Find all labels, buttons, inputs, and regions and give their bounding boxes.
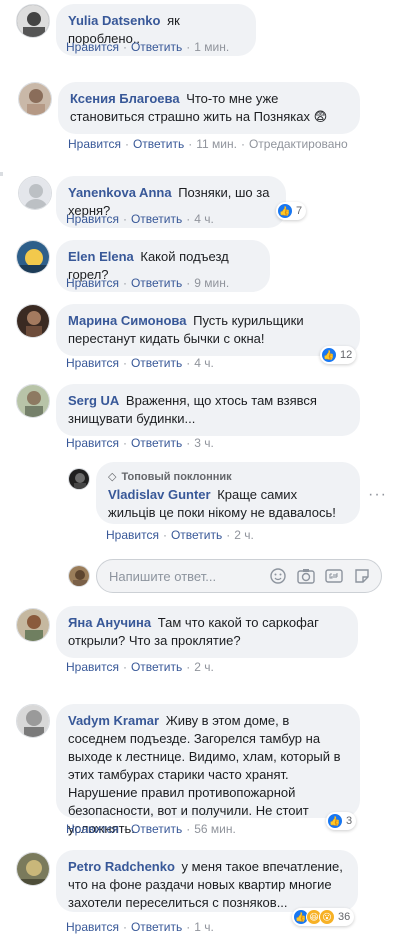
avatar[interactable] (16, 384, 50, 418)
like-link[interactable]: Нравится (66, 822, 119, 836)
like-reaction-icon: 👍 (277, 203, 293, 219)
reply-input[interactable]: Напишите ответ... (96, 559, 382, 593)
comment-author[interactable]: Serg UA (68, 393, 119, 408)
like-link[interactable]: Нравится (66, 436, 119, 450)
like-reaction-icon: 👍 (321, 347, 337, 363)
comment-author[interactable]: Vadym Kramar (68, 713, 159, 728)
like-link[interactable]: Нравится (66, 40, 119, 54)
like-link[interactable]: Нравится (66, 920, 119, 934)
comment-actions: Нравится · Ответить · 9 мин. (66, 276, 230, 290)
like-link[interactable]: Нравится (66, 276, 119, 290)
comment-time[interactable]: 4 ч. (194, 212, 214, 226)
diamond-icon: ◇ (108, 471, 117, 483)
avatar[interactable] (68, 468, 90, 490)
reply-link[interactable]: Ответить (171, 528, 222, 542)
reaction-count: 12 (340, 349, 353, 361)
emoji-icon[interactable] (269, 567, 287, 585)
sticker-icon[interactable] (353, 567, 371, 585)
edited-label[interactable]: Отредактировано (249, 137, 348, 151)
comment-actions: Нравится · Ответить · 56 мин. (66, 822, 236, 836)
comment-time[interactable]: 2 ч. (194, 660, 214, 674)
camera-icon[interactable] (297, 567, 315, 585)
like-link[interactable]: Нравится (106, 528, 159, 542)
comment-actions: Нравится · Ответить · 4 ч. (66, 212, 214, 226)
comment-author[interactable]: Yulia Datsenko (68, 13, 160, 28)
reply-link[interactable]: Ответить (131, 436, 182, 450)
more-options-icon[interactable]: ··· (368, 486, 387, 504)
top-fan-label: Топовый поклонник (121, 471, 232, 483)
avatar[interactable] (18, 176, 52, 210)
wow-reaction-icon: 😮 (319, 909, 335, 925)
comment-author[interactable]: Vladislav Gunter (108, 487, 211, 502)
comment-author[interactable]: Yanenkova Anna (68, 185, 172, 200)
comment-author[interactable]: Elen Elena (68, 249, 134, 264)
avatar[interactable] (18, 82, 52, 116)
comment-time[interactable]: 11 мин. (196, 137, 237, 151)
comment-author[interactable]: Petro Radchenko (68, 859, 175, 874)
reactions-badge[interactable]: 👍 3 (326, 812, 357, 830)
comment-author[interactable]: Ксения Благоева (70, 91, 180, 106)
reaction-count: 7 (296, 205, 303, 217)
comment-bubble: Марина Симонова Пусть курильщики переста… (56, 304, 360, 356)
comment-bubble: Ксения Благоева Что-то мне уже становить… (58, 82, 360, 134)
like-link[interactable]: Нравится (66, 356, 119, 370)
reactions-badge[interactable]: 👍 12 (320, 346, 357, 364)
comment-time[interactable]: 1 ч. (194, 920, 214, 934)
avatar[interactable] (16, 852, 50, 886)
comment-author[interactable]: Яна Анучина (68, 615, 151, 630)
comment-bubble: ◇ Топовый поклонник Vladislav Gunter Кра… (96, 462, 360, 524)
avatar[interactable] (16, 704, 50, 738)
like-link[interactable]: Нравится (66, 212, 119, 226)
like-link[interactable]: Нравится (66, 660, 119, 674)
top-fan-badge: ◇ Топовый поклонник (108, 468, 348, 486)
comment-time[interactable]: 9 мин. (194, 276, 229, 290)
avatar[interactable] (16, 304, 50, 338)
reply-link[interactable]: Ответить (131, 822, 182, 836)
comment-time[interactable]: 4 ч. (194, 356, 214, 370)
reactions-badge[interactable]: 👍 7 (276, 202, 307, 220)
comment-bubble: Petro Radchenko у меня такое впечатление… (56, 850, 358, 912)
comment-actions: Нравится · Ответить · 1 ч. (66, 920, 214, 934)
avatar[interactable] (16, 608, 50, 642)
avatar[interactable] (16, 240, 50, 274)
comment-actions: Нравится · Ответить · 4 ч. (66, 356, 214, 370)
reply-link[interactable]: Ответить (131, 920, 182, 934)
comment-actions: Нравится · Ответить · 11 мин. · Отредактирован… (68, 137, 348, 151)
comment-time[interactable]: 56 мин. (194, 822, 236, 836)
comment-bubble: Vadym Kramar Живу в этом доме, в соседне… (56, 704, 360, 836)
reply-link[interactable]: Ответить (131, 660, 182, 674)
reply-link[interactable]: Ответить (133, 137, 184, 151)
like-reaction-icon: 👍 (327, 813, 343, 829)
comment-author[interactable]: Марина Симонова (68, 313, 186, 328)
like-link[interactable]: Нравится (68, 137, 121, 151)
current-user-avatar (68, 565, 90, 587)
reply-link[interactable]: Ответить (131, 276, 182, 290)
avatar[interactable] (16, 4, 50, 38)
reply-link[interactable]: Ответить (131, 212, 182, 226)
comment-text: Живу в этом доме, в соседнем подъезде. З… (68, 713, 341, 836)
comment-bubble: Serg UA Враження, що хтось там взявся зн… (56, 384, 360, 436)
reactions-badge[interactable]: 👍 😆 😮 36 (292, 908, 355, 926)
comment-bubble: Яна Анучина Там что какой то саркофаг от… (56, 606, 358, 658)
comment-time[interactable]: 1 мин. (194, 40, 229, 54)
comment-actions: Нравится · Ответить · 1 мин. (66, 40, 230, 54)
comment-time[interactable]: 2 ч. (234, 528, 254, 542)
reply-link[interactable]: Ответить (131, 356, 182, 370)
thread-divider (0, 172, 3, 176)
gif-icon[interactable] (325, 567, 343, 585)
comment-actions: Нравится · Ответить · 3 ч. (66, 436, 214, 450)
reply-placeholder[interactable]: Напишите ответ... (109, 569, 269, 584)
reply-link[interactable]: Ответить (131, 40, 182, 54)
reaction-count: 3 (346, 815, 353, 827)
reaction-count: 36 (338, 911, 351, 923)
comment-actions: Нравится · Ответить · 2 ч. (106, 528, 254, 542)
comment-actions: Нравится · Ответить · 2 ч. (66, 660, 214, 674)
comment-time[interactable]: 3 ч. (194, 436, 214, 450)
